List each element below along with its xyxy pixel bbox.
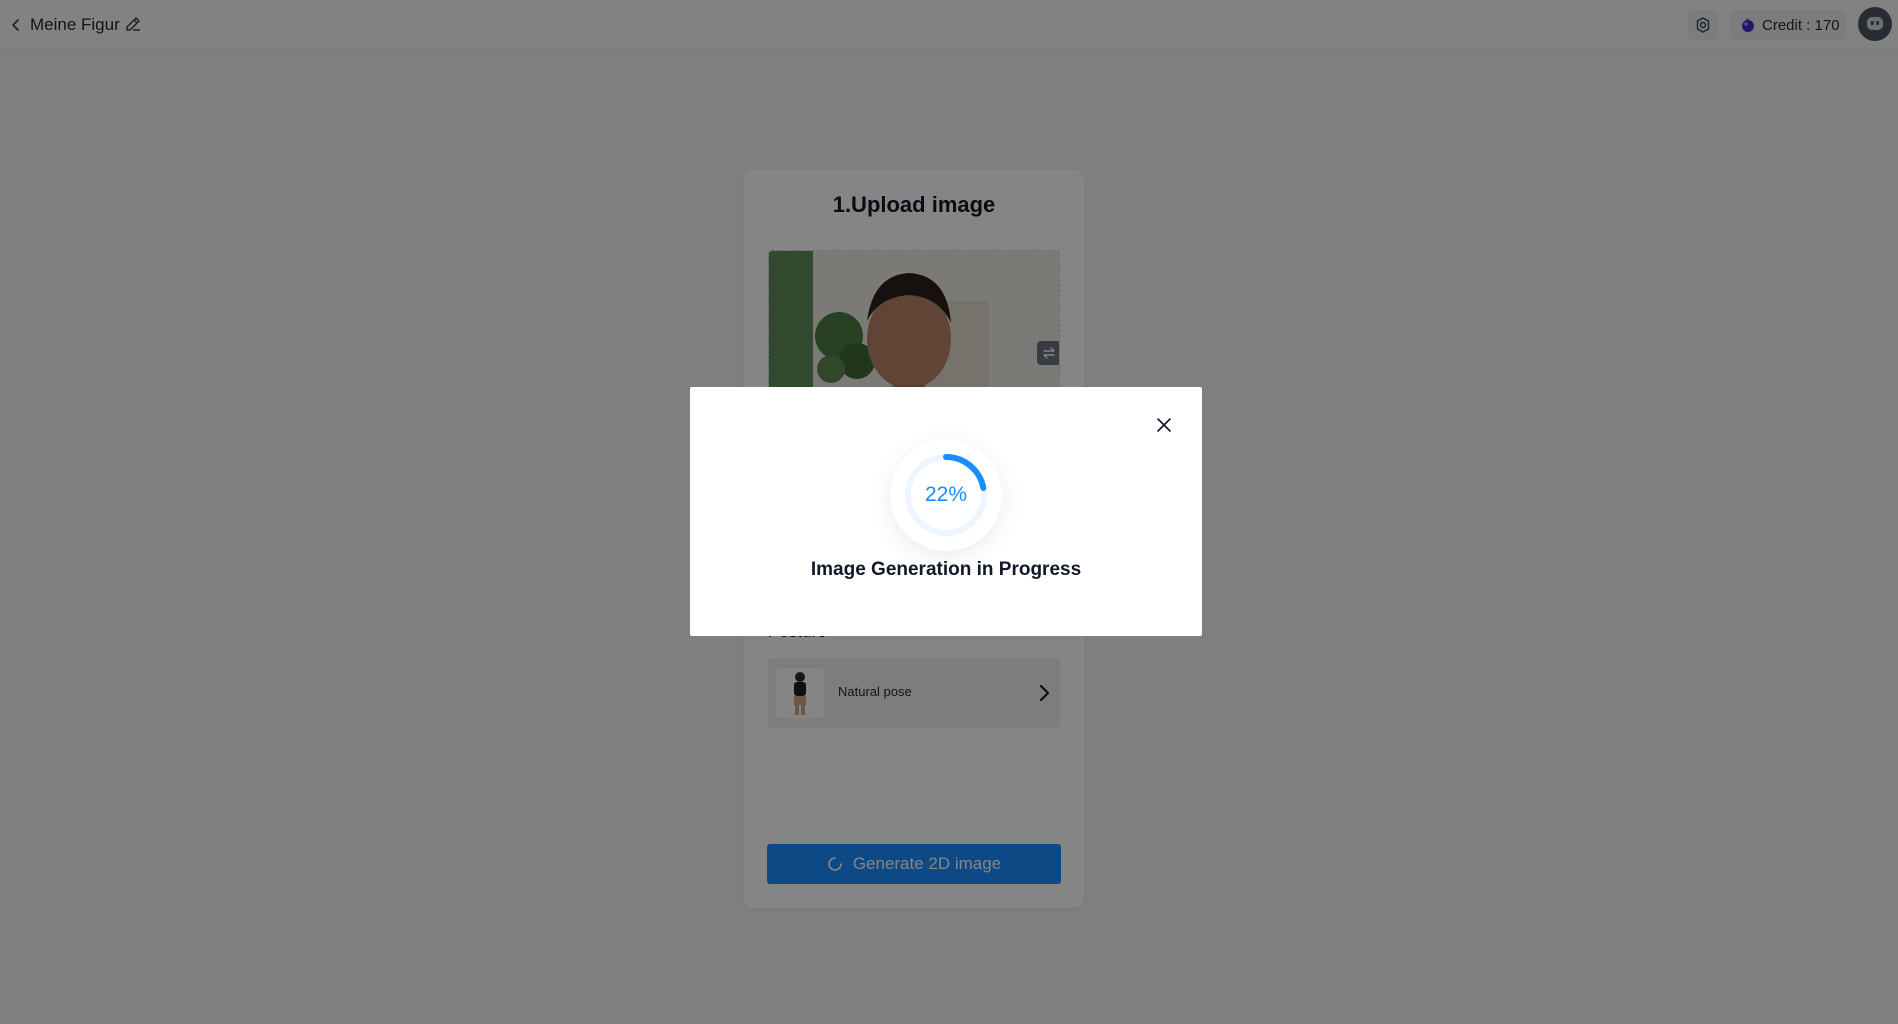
close-icon bbox=[1157, 418, 1171, 432]
progress-modal: 22% Image Generation in Progress bbox=[690, 387, 1202, 636]
progress-message: Image Generation in Progress bbox=[810, 559, 1082, 580]
progress-indicator: 22% bbox=[890, 439, 1002, 551]
close-button[interactable] bbox=[1152, 413, 1176, 437]
progress-percentage: 22% bbox=[924, 483, 968, 506]
